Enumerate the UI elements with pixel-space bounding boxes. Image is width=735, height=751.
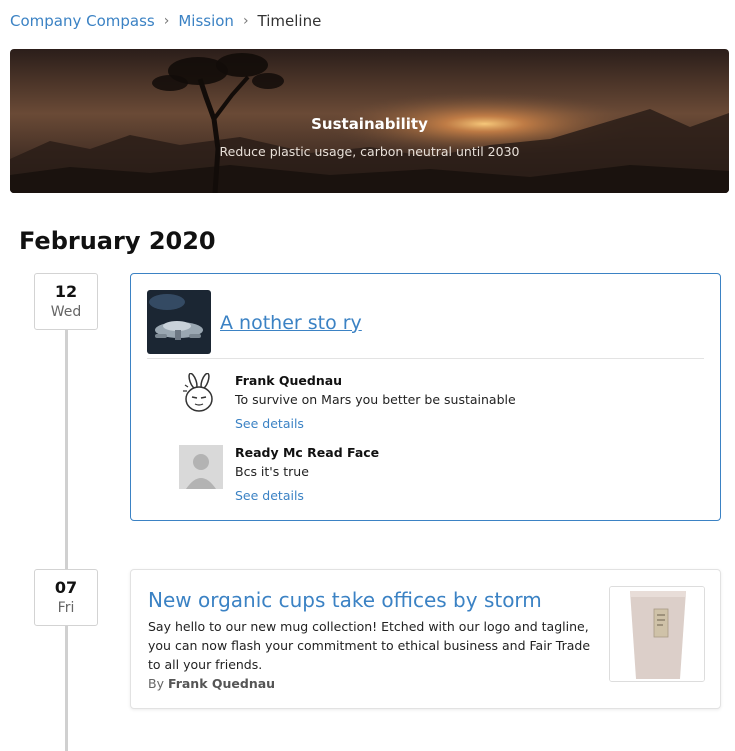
- comment-author: Ready Mc Read Face: [235, 445, 380, 460]
- chevron-right-icon: ›: [163, 13, 170, 29]
- breadcrumb: Company Compass › Mission › Timeline: [10, 12, 321, 30]
- divider: [147, 358, 704, 359]
- see-details-link[interactable]: See details: [235, 416, 304, 431]
- comment-text: Bcs it's true: [235, 464, 309, 479]
- news-card: New organic cups take offices by storm S…: [130, 569, 721, 709]
- byline-prefix: By: [148, 676, 164, 691]
- month-heading: February 2020: [19, 227, 216, 255]
- date-day: 12: [54, 282, 78, 301]
- date-badge: 07 Fri: [34, 569, 98, 626]
- news-byline: By Frank Quednau: [148, 676, 275, 691]
- date-badge: 12 Wed: [34, 273, 98, 330]
- see-details-link[interactable]: See details: [235, 488, 304, 503]
- timeline-line: [65, 329, 68, 751]
- story-title-link[interactable]: A nother sto ry: [220, 312, 362, 334]
- news-title-link[interactable]: New organic cups take offices by storm: [148, 588, 542, 612]
- comment-author: Frank Quednau: [235, 373, 343, 388]
- story-card: A nother sto ry Frank Quednau To survive…: [130, 273, 721, 521]
- date-weekday: Wed: [50, 304, 82, 320]
- date-weekday: Fri: [57, 600, 75, 616]
- avatar: [179, 445, 223, 489]
- breadcrumb-current: Timeline: [257, 12, 322, 30]
- date-day: 07: [54, 578, 78, 597]
- story-thumbnail: [147, 290, 211, 354]
- news-author: Frank Quednau: [167, 676, 276, 691]
- avatar: [179, 372, 223, 417]
- breadcrumb-mission[interactable]: Mission: [178, 12, 234, 30]
- hero-subtitle: Reduce plastic usage, carbon neutral unt…: [219, 144, 520, 159]
- comment-text: To survive on Mars you better be sustain…: [235, 392, 516, 407]
- news-body: Say hello to our new mug collection! Etc…: [148, 619, 591, 672]
- breadcrumb-company-compass[interactable]: Company Compass: [10, 12, 155, 30]
- hero-banner: Sustainability Reduce plastic usage, car…: [10, 49, 729, 193]
- hero-title: Sustainability: [311, 115, 428, 133]
- chevron-right-icon: ›: [242, 13, 249, 29]
- cup-image: [609, 586, 705, 682]
